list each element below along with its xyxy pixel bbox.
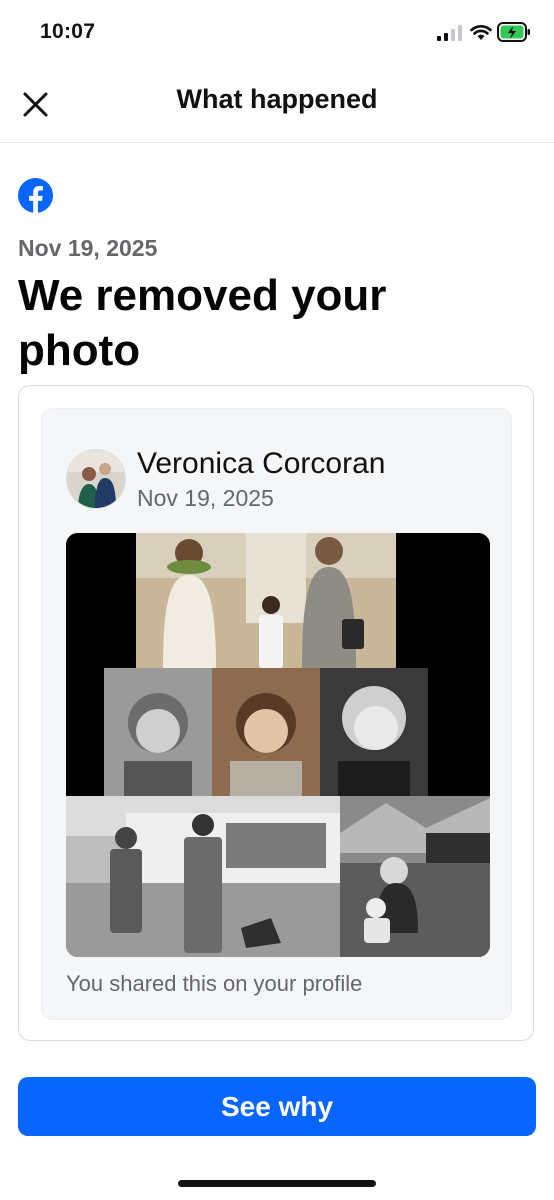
collage-photo-top — [136, 533, 396, 668]
status-bar: 10:07 — [0, 0, 554, 64]
post-author: Veronica Corcoran — [137, 447, 386, 480]
status-time: 10:07 — [40, 20, 96, 43]
notice-headline: We removed your photo — [18, 271, 387, 375]
home-indicator[interactable] — [178, 1180, 376, 1187]
collage-photo-bottom-right — [340, 796, 490, 957]
facebook-icon — [18, 178, 53, 213]
post-preview[interactable]: Veronica Corcoran Nov 19, 2025 You share… — [41, 408, 512, 1020]
removed-photo[interactable] — [66, 533, 490, 957]
see-why-button[interactable]: See why — [18, 1077, 536, 1136]
cellular-signal-icon — [437, 25, 462, 41]
collage-photo-bottom-left — [66, 796, 340, 957]
post-date: Nov 19, 2025 — [137, 485, 274, 511]
collage-photo-middle-center — [212, 668, 320, 796]
page-title: What happened — [176, 84, 378, 114]
collage-photo-middle-right — [320, 668, 428, 796]
removed-content-card: Veronica Corcoran Nov 19, 2025 You share… — [18, 385, 534, 1041]
avatar — [66, 449, 126, 509]
notice-date: Nov 19, 2025 — [18, 235, 158, 261]
nav-header: What happened — [0, 64, 554, 143]
wifi-icon — [470, 25, 492, 40]
collage-photo-middle-left — [104, 668, 212, 796]
post-caption: You shared this on your profile — [66, 971, 363, 996]
battery-charging-icon — [497, 22, 530, 42]
